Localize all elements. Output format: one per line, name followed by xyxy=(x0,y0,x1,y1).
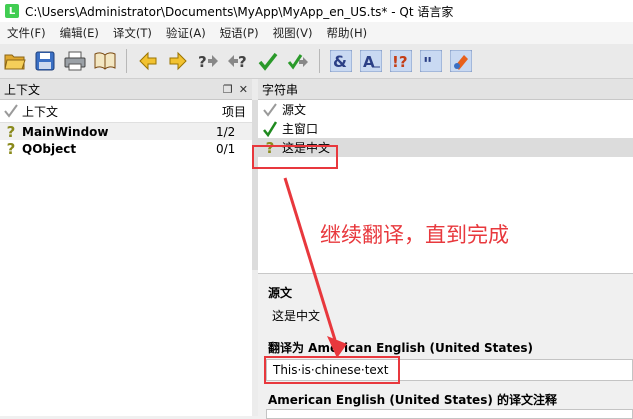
annotation-text: 继续翻译，直到完成 xyxy=(320,223,509,247)
annotation-arrow xyxy=(283,177,347,358)
